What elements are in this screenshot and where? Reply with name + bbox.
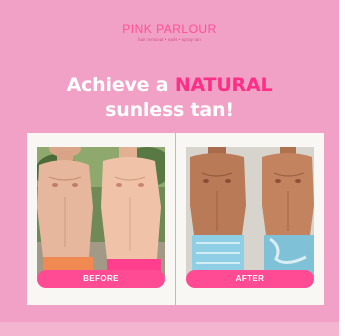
headline: Achieve a NATURAL sunless tan! xyxy=(0,73,339,123)
bottom-strip xyxy=(0,322,339,336)
promo-card: PINK PARLOUR hair removal • nails • spra… xyxy=(0,0,339,336)
headline-part1: Achieve a xyxy=(66,74,175,96)
brand-logo: PINK PARLOUR xyxy=(122,22,217,36)
before-photo xyxy=(37,147,165,277)
headline-accent: NATURAL xyxy=(174,74,273,96)
after-photo xyxy=(186,147,314,277)
after-panel: AFTER xyxy=(176,133,324,305)
after-label: AFTER xyxy=(186,270,314,288)
before-panel: BEFORE xyxy=(27,133,175,305)
right-edge xyxy=(339,0,345,336)
brand-tagline: hair removal • nails • spray tan xyxy=(138,37,201,42)
before-label: BEFORE xyxy=(37,270,165,288)
headline-line2: sunless tan! xyxy=(105,99,234,121)
